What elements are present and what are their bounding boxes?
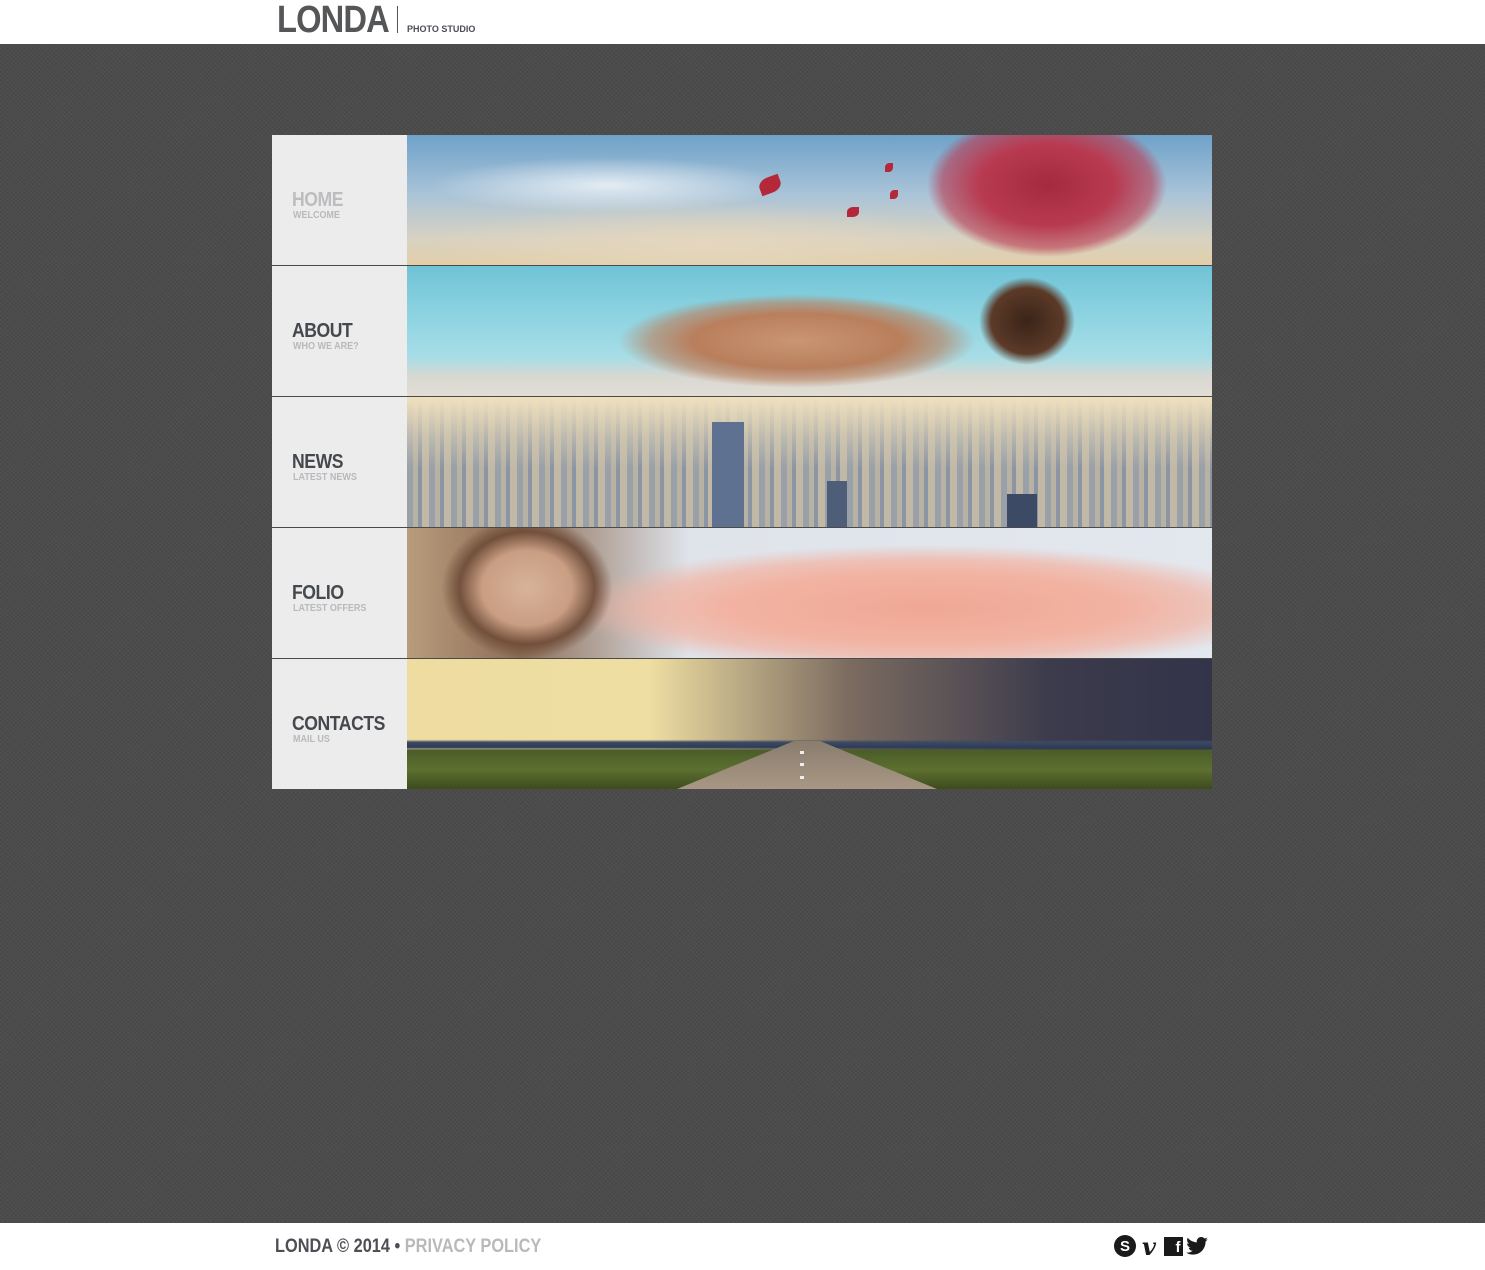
skype-icon: S	[1114, 1235, 1136, 1257]
twitter-icon	[1186, 1237, 1208, 1255]
nav-subtitle: MAIL US	[293, 734, 330, 745]
logo-divider	[397, 6, 398, 33]
social-links: S v f	[1114, 1232, 1208, 1261]
nav-label-box[interactable]: HOME WELCOME	[272, 135, 407, 265]
nav-label-box[interactable]: FOLIO LATEST OFFERS	[272, 528, 407, 658]
nav-title: NEWS	[292, 451, 344, 473]
folio-photo[interactable]	[407, 528, 1212, 658]
leaf-shape	[756, 173, 784, 197]
nav-title: FOLIO	[292, 582, 344, 604]
nav-title: CONTACTS	[292, 713, 385, 735]
skyscraper-shape	[712, 422, 744, 527]
vimeo-link[interactable]: v	[1138, 1232, 1160, 1261]
nav-subtitle: LATEST OFFERS	[293, 603, 367, 614]
nav-item-folio[interactable]: FOLIO LATEST OFFERS	[272, 528, 1212, 658]
twitter-link[interactable]	[1186, 1235, 1208, 1257]
home-photo[interactable]	[407, 135, 1212, 265]
site-footer: LONDA © 2014 • PRIVACY POLICY S v f	[0, 1223, 1485, 1270]
nav-title: ABOUT	[292, 320, 353, 342]
footer-separator: •	[394, 1236, 401, 1257]
road-dash	[800, 776, 804, 779]
vimeo-icon: v	[1142, 1231, 1156, 1261]
nav-item-home[interactable]: HOME WELCOME	[272, 135, 1212, 265]
nav-item-news[interactable]: NEWS LATEST NEWS	[272, 397, 1212, 527]
footer-copyright-year: © 2014	[337, 1236, 390, 1257]
leaf-shape	[847, 207, 859, 217]
nav-item-about[interactable]: ABOUT WHO WE ARE?	[272, 266, 1212, 396]
nav-label-box[interactable]: CONTACTS MAIL US	[272, 659, 407, 789]
road-dash	[800, 751, 804, 754]
skyscraper-shape	[1007, 494, 1037, 527]
privacy-policy-link[interactable]: PRIVACY POLICY	[405, 1236, 541, 1257]
nav-item-contacts[interactable]: CONTACTS MAIL US	[272, 659, 1212, 789]
contacts-photo[interactable]	[407, 659, 1212, 789]
facebook-icon: f	[1163, 1236, 1183, 1256]
leaf-shape	[885, 163, 893, 172]
skype-link[interactable]: S	[1114, 1235, 1136, 1257]
nav-subtitle: LATEST NEWS	[293, 472, 357, 483]
nav-label-box[interactable]: ABOUT WHO WE ARE?	[272, 266, 407, 396]
nav-subtitle: WHO WE ARE?	[293, 341, 359, 352]
nav-title: HOME	[292, 189, 344, 211]
about-photo[interactable]	[407, 266, 1212, 396]
news-photo[interactable]	[407, 397, 1212, 527]
leaf-shape	[890, 190, 898, 199]
skyscraper-shape	[827, 481, 847, 527]
nav-subtitle: WELCOME	[293, 210, 340, 221]
tagline: PHOTO STUDIO	[407, 24, 476, 34]
nav-label-box[interactable]: NEWS LATEST NEWS	[272, 397, 407, 527]
site-header: LONDA PHOTO STUDIO	[0, 0, 1485, 44]
facebook-link[interactable]: f	[1162, 1235, 1184, 1257]
logo[interactable]: LONDA	[277, 0, 390, 40]
footer-brand: LONDA	[275, 1236, 333, 1257]
footer-copyright: LONDA © 2014 • PRIVACY POLICY	[275, 1236, 541, 1258]
road-dash	[800, 763, 804, 766]
accordion-nav: HOME WELCOME ABOUT WHO WE ARE? NEWS LATE…	[272, 135, 1212, 789]
road-shape	[677, 741, 937, 789]
